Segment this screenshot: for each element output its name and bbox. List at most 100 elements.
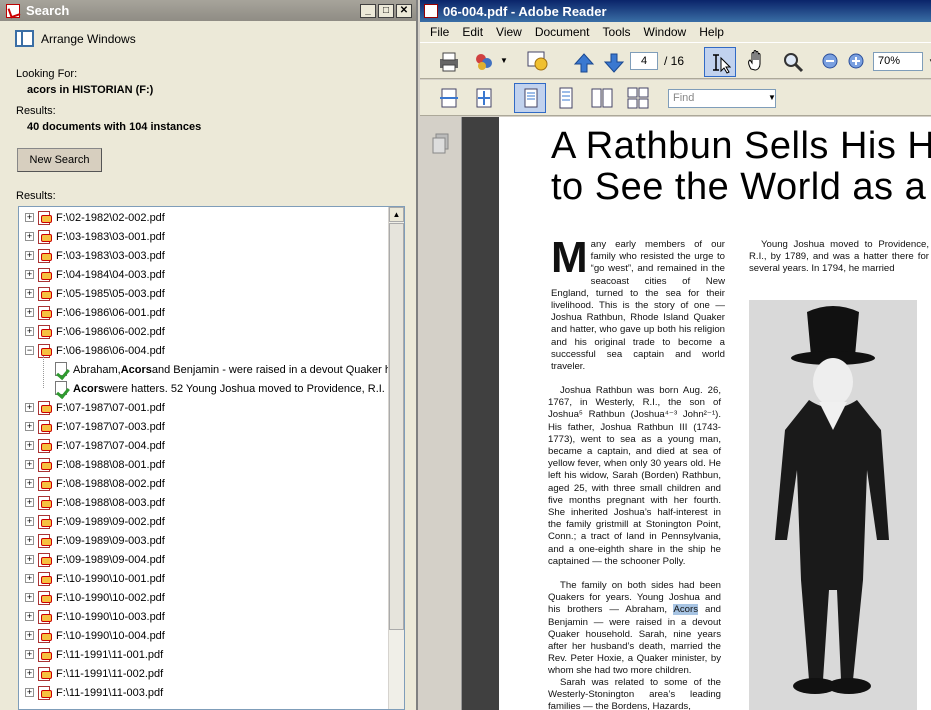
result-file-item[interactable]: + F:\06-1986\06-002.pdf — [25, 322, 165, 341]
result-file-item[interactable]: + F:\03-1983\03-001.pdf — [25, 227, 165, 246]
chevron-down-icon[interactable]: ▼ — [500, 56, 508, 65]
result-file-item[interactable]: − F:\06-1986\06-004.pdf — [25, 341, 165, 360]
result-file-item[interactable]: + F:\07-1987\07-003.pdf — [25, 417, 165, 436]
collaborate-icon[interactable] — [472, 50, 496, 74]
expand-icon[interactable]: + — [25, 460, 34, 469]
menu-tools[interactable]: Tools — [603, 25, 631, 39]
pdf-file-icon — [38, 666, 52, 681]
continuous-icon[interactable] — [554, 86, 578, 110]
result-file-item[interactable]: + F:\10-1990\10-001.pdf — [25, 569, 165, 588]
result-file-item[interactable]: + F:\10-1990\10-002.pdf — [25, 588, 165, 607]
expand-icon[interactable]: + — [25, 536, 34, 545]
menu-edit[interactable]: Edit — [462, 25, 483, 39]
expand-icon[interactable]: + — [25, 232, 34, 241]
menu-document[interactable]: Document — [535, 25, 590, 39]
view-toolbar: Find ▼ — [420, 80, 931, 116]
pdf-file-icon — [38, 286, 52, 301]
result-file-item[interactable]: + F:\06-1986\06-001.pdf — [25, 303, 165, 322]
search-web-icon[interactable] — [526, 49, 550, 73]
expand-icon[interactable]: + — [25, 688, 34, 697]
result-file-item[interactable]: + F:\08-1988\08-001.pdf — [25, 455, 165, 474]
menu-window[interactable]: Window — [644, 25, 687, 39]
result-file-item[interactable]: + F:\10-1990\10-003.pdf — [25, 607, 165, 626]
result-file-item[interactable]: + F:\11-1991\11-002.pdf — [25, 664, 163, 683]
result-file-item[interactable]: + F:\10-1990\10-004.pdf — [25, 626, 165, 645]
expand-icon[interactable]: + — [25, 327, 34, 336]
zoom-in-icon[interactable] — [848, 53, 864, 69]
expand-icon[interactable]: + — [25, 669, 34, 678]
fit-page-icon[interactable] — [472, 86, 496, 110]
pdf-file-icon — [38, 267, 52, 282]
hit-match: Acors — [73, 382, 105, 395]
results-scrollbar[interactable]: ▲ — [388, 207, 404, 709]
expand-icon[interactable]: + — [25, 650, 34, 659]
result-file-item[interactable]: + F:\09-1989\09-004.pdf — [25, 550, 165, 569]
result-file-item[interactable]: + F:\11-1991\11-003.pdf — [25, 683, 163, 702]
arrange-windows-link[interactable]: Arrange Windows — [15, 30, 136, 47]
expand-icon[interactable]: + — [25, 631, 34, 640]
expand-icon[interactable]: + — [25, 555, 34, 564]
menu-help[interactable]: Help — [699, 25, 724, 39]
print-icon[interactable] — [437, 50, 461, 74]
zoom-level-select[interactable]: 70%▼ — [873, 52, 931, 71]
continuous-facing-icon[interactable] — [626, 86, 650, 110]
expand-icon[interactable]: + — [25, 479, 34, 488]
scroll-thumb[interactable] — [389, 223, 404, 630]
expand-icon[interactable]: + — [25, 251, 34, 260]
chevron-down-icon[interactable]: ▼ — [768, 93, 776, 102]
result-file-item[interactable]: + F:\04-1984\04-003.pdf — [25, 265, 165, 284]
result-file-item[interactable]: + F:\02-1982\02-002.pdf — [25, 208, 165, 227]
result-file-item[interactable]: + F:\07-1987\07-004.pdf — [25, 436, 165, 455]
pdf-file-icon — [38, 476, 52, 491]
expand-icon[interactable]: + — [25, 593, 34, 602]
page-number-input[interactable]: 4 — [630, 52, 658, 70]
pdf-file-icon — [38, 685, 52, 700]
fit-width-icon[interactable] — [437, 86, 461, 110]
result-file-item[interactable]: + F:\07-1987\07-001.pdf — [25, 398, 165, 417]
result-file-item[interactable]: + F:\09-1989\09-002.pdf — [25, 512, 165, 531]
expand-icon[interactable]: + — [25, 308, 34, 317]
search-hit-item[interactable]: Acors were hatters. 52 Young Joshua move… — [53, 379, 385, 398]
menu-file[interactable]: File — [430, 25, 449, 39]
single-page-button[interactable] — [514, 83, 546, 113]
expand-icon[interactable]: + — [25, 289, 34, 298]
reader-titlebar[interactable]: 06-004.pdf - Adobe Reader — [420, 0, 931, 22]
zoom-tool-icon[interactable] — [781, 50, 805, 74]
select-tool-button[interactable] — [704, 47, 736, 77]
menu-view[interactable]: View — [496, 25, 522, 39]
search-titlebar[interactable]: Search _ □ ✕ — [0, 0, 416, 21]
expand-icon[interactable]: + — [25, 441, 34, 450]
result-file-item[interactable]: + F:\08-1988\08-002.pdf — [25, 474, 165, 493]
result-file-item[interactable]: + F:\08-1988\08-003.pdf — [25, 493, 165, 512]
expand-icon[interactable]: + — [25, 612, 34, 621]
maximize-button[interactable]: □ — [378, 3, 394, 18]
previous-page-icon[interactable] — [572, 51, 596, 75]
facing-icon[interactable] — [590, 86, 614, 110]
new-search-button[interactable]: New Search — [17, 148, 102, 172]
next-page-icon[interactable] — [602, 51, 626, 75]
expand-icon[interactable]: + — [25, 517, 34, 526]
expand-icon[interactable]: + — [25, 498, 34, 507]
search-hit-item[interactable]: Abraham, Acors and Benjamin - were raise… — [53, 360, 391, 379]
find-input[interactable]: Find — [668, 89, 776, 108]
pdf-file-icon — [38, 571, 52, 586]
scroll-up-button[interactable]: ▲ — [389, 207, 404, 222]
collapse-icon[interactable]: − — [25, 346, 34, 355]
result-file-item[interactable]: + F:\05-1985\05-003.pdf — [25, 284, 165, 303]
search-hit-icon — [53, 362, 69, 377]
expand-icon[interactable]: + — [25, 422, 34, 431]
expand-icon[interactable]: + — [25, 574, 34, 583]
expand-icon[interactable]: + — [25, 403, 34, 412]
close-button[interactable]: ✕ — [396, 3, 412, 18]
expand-icon[interactable]: + — [25, 213, 34, 222]
results-tree[interactable]: + F:\02-1982\02-002.pdf + F:\03-1983\03-001… — [18, 206, 405, 710]
document-page[interactable]: A Rathbun Sells His H to See the World a… — [499, 117, 931, 710]
result-file-item[interactable]: + F:\03-1983\03-003.pdf — [25, 246, 165, 265]
result-file-item[interactable]: + F:\09-1989\09-003.pdf — [25, 531, 165, 550]
expand-icon[interactable]: + — [25, 270, 34, 279]
hand-tool-icon[interactable] — [744, 49, 768, 73]
zoom-out-icon[interactable] — [822, 53, 838, 69]
result-file-item[interactable]: + F:\11-1991\11-001.pdf — [25, 645, 163, 664]
pages-icon[interactable] — [432, 133, 450, 155]
minimize-button[interactable]: _ — [360, 3, 376, 18]
